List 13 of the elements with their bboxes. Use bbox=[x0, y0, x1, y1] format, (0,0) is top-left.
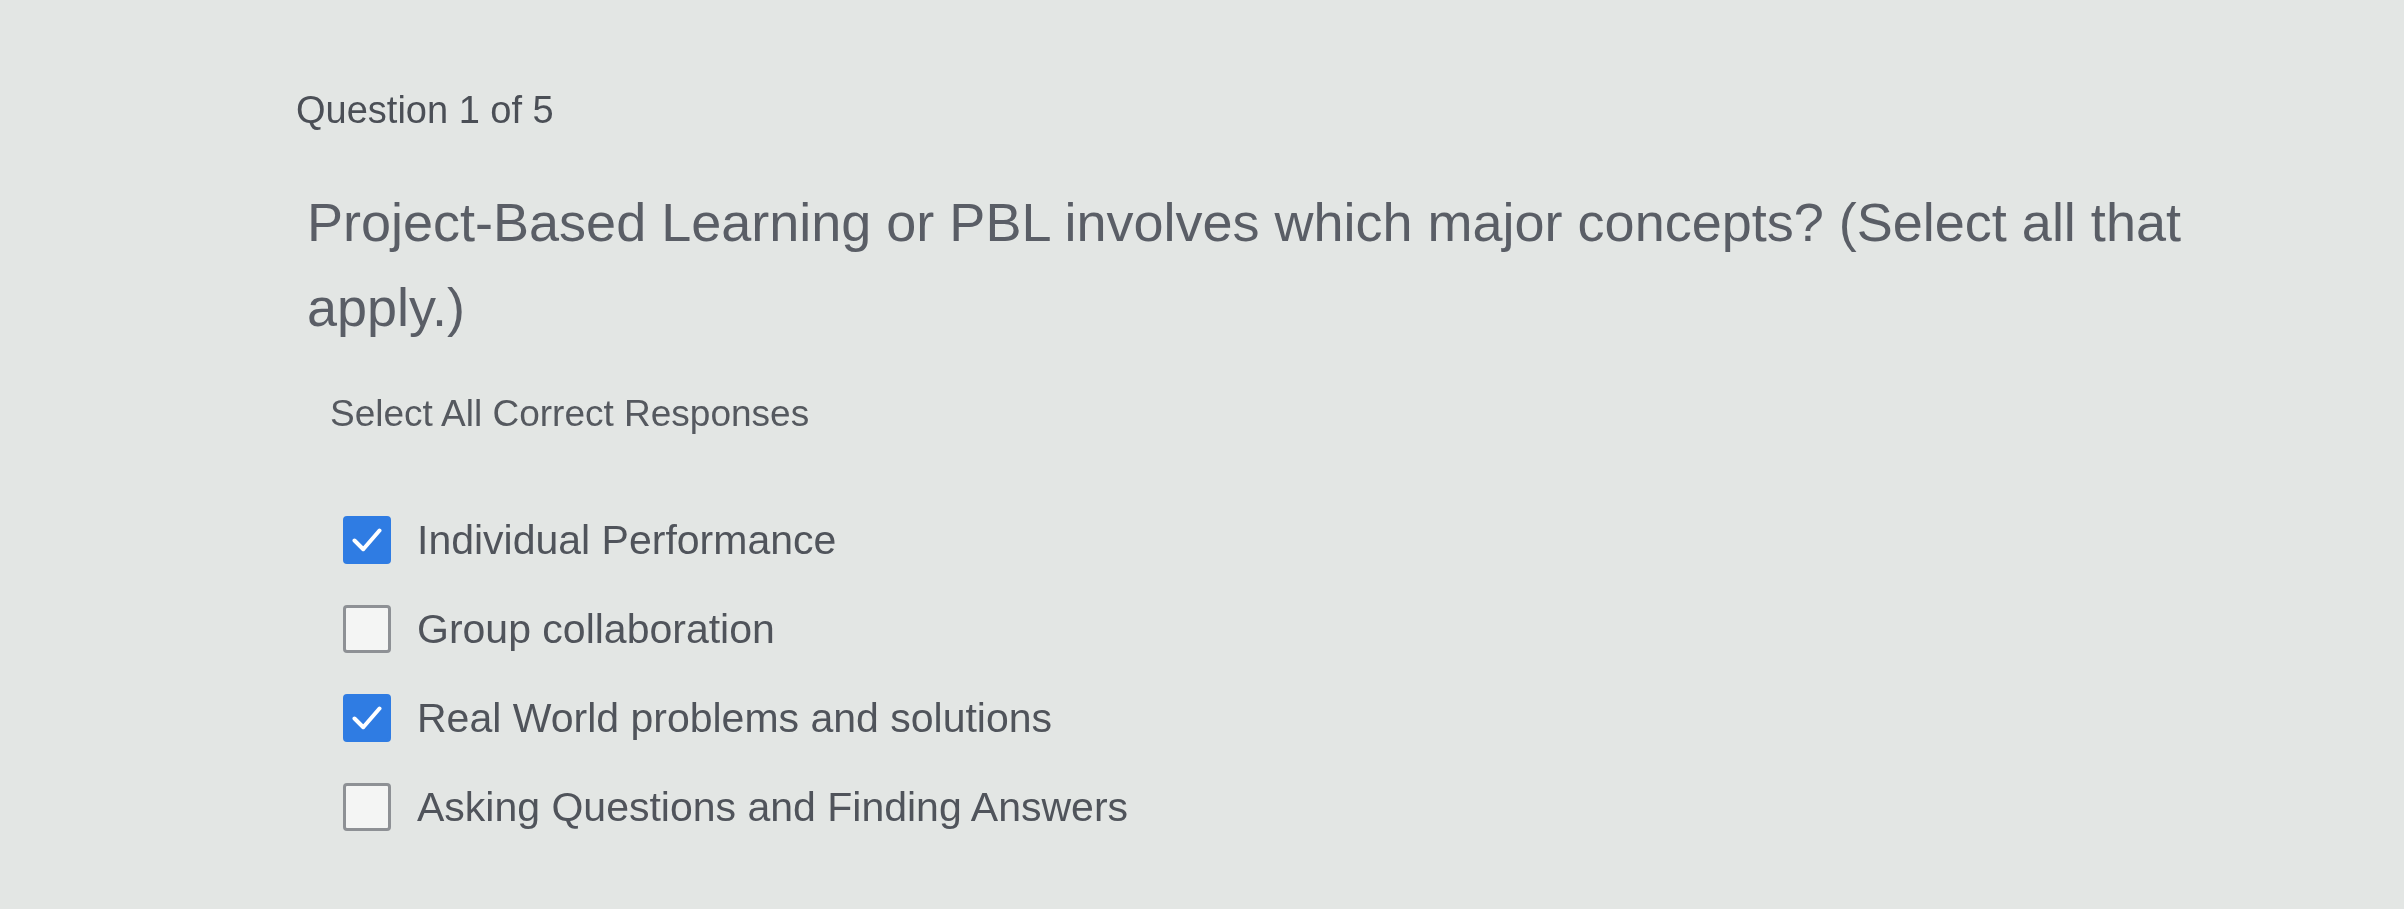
option-label[interactable]: Group collaboration bbox=[417, 605, 775, 653]
checkbox[interactable] bbox=[343, 783, 391, 831]
question-counter: Question 1 of 5 bbox=[296, 88, 555, 133]
check-icon bbox=[352, 527, 382, 553]
question-text: Project-Based Learning or PBL involves which major concepts? (Select all that apply.) bbox=[307, 191, 2182, 339]
instruction-text: Select All Correct Responses bbox=[330, 392, 811, 436]
option-label[interactable]: Real World problems and solutions bbox=[417, 694, 1053, 742]
checkbox[interactable] bbox=[343, 694, 391, 742]
checkbox[interactable] bbox=[343, 605, 391, 653]
checkbox[interactable] bbox=[343, 516, 391, 564]
option-label[interactable]: Asking Questions and Finding Answers bbox=[417, 783, 1129, 831]
option-label[interactable]: Individual Performance bbox=[417, 516, 837, 564]
check-icon bbox=[352, 705, 382, 731]
